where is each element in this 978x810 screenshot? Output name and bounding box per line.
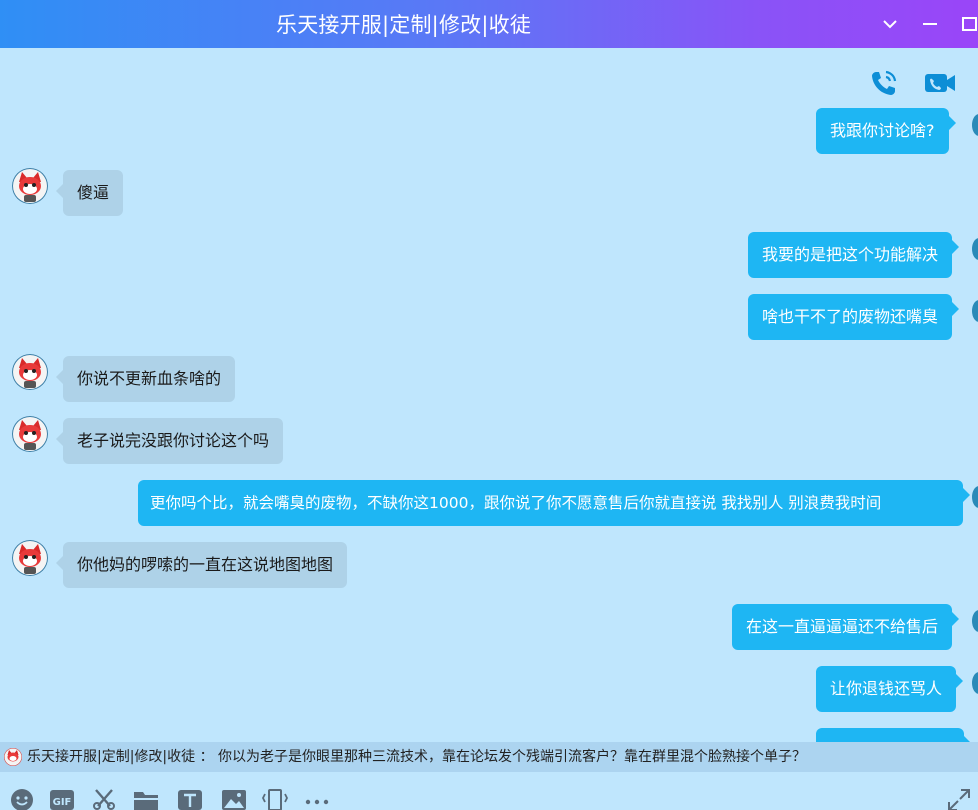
shake-icon[interactable] — [262, 786, 288, 810]
window-title: 乐天接开服|定制|修改|收徒 — [276, 13, 532, 37]
message-text: 老子说完没跟你讨论这个吗 — [77, 431, 270, 450]
image-icon[interactable] — [221, 786, 247, 810]
contact-avatar[interactable] — [12, 540, 48, 576]
message-text: 你他妈的啰嗦的一直在这说地图地图 — [77, 555, 334, 574]
message-text: 我要的是把这个功能解决 — [762, 245, 939, 264]
message-bubble-outgoing[interactable]: 让你退钱还骂人 — [816, 666, 964, 712]
message-bubble-outgoing[interactable]: 更你吗个比，就会嘴臭的废物，不缺你这1000，跟你说了你不愿意售后你就直接说 我… — [138, 480, 970, 526]
emoji-icon[interactable] — [9, 786, 35, 810]
message-bubble-outgoing[interactable]: 我要的是把这个功能解决 — [748, 232, 960, 278]
message-bubble-outgoing[interactable]: 我跟你讨论啥? — [816, 108, 955, 154]
chevron-down-icon[interactable] — [878, 12, 902, 36]
message-text: 让你退钱还骂人 — [830, 679, 943, 698]
message-text: 更你吗个比，就会嘴臭的废物，不缺你这1000，跟你说了你不愿意售后你就直接说 我… — [150, 494, 882, 512]
message-bubble-outgoing[interactable] — [816, 728, 971, 750]
input-toolbar: GIF — [0, 772, 978, 810]
message-bubble-incoming[interactable]: 你他妈的啰嗦的一直在这说地图地图 — [55, 542, 348, 588]
message-text: 你说不更新血条啥的 — [77, 369, 222, 388]
message-bubble-outgoing[interactable]: 在这一直逼逼逼还不给售后 — [732, 604, 960, 650]
video-call-icon[interactable] — [924, 67, 956, 99]
contact-avatar — [4, 748, 22, 766]
status-text: 乐天接开服|定制|修改|收徒 ： 你以为老子是你眼里那种三流技术，靠在论坛发个残… — [27, 749, 807, 765]
message-bubble-incoming[interactable]: 你说不更新血条啥的 — [55, 356, 236, 402]
voice-call-icon[interactable] — [868, 67, 900, 99]
text-icon[interactable] — [177, 786, 203, 810]
minimize-icon[interactable] — [918, 12, 942, 36]
message-text: 啥也干不了的废物还嘴臭 — [762, 307, 939, 326]
maximize-icon[interactable] — [958, 12, 978, 36]
gif-icon[interactable]: GIF — [49, 786, 75, 810]
status-bar[interactable]: 乐天接开服|定制|修改|收徒 ： 你以为老子是你眼里那种三流技术，靠在论坛发个残… — [0, 742, 978, 772]
contact-avatar[interactable] — [12, 168, 48, 204]
contact-avatar[interactable] — [12, 354, 48, 390]
message-text: 在这一直逼逼逼还不给售后 — [746, 617, 939, 636]
message-bubble-incoming[interactable]: 老子说完没跟你讨论这个吗 — [55, 418, 284, 464]
message-bubble-incoming[interactable]: 傻逼 — [55, 170, 124, 216]
scissors-icon[interactable] — [91, 786, 117, 810]
folder-icon[interactable] — [133, 786, 159, 810]
message-bubble-outgoing[interactable]: 啥也干不了的废物还嘴臭 — [748, 294, 960, 340]
contact-avatar[interactable] — [12, 416, 48, 452]
expand-icon[interactable] — [946, 786, 972, 810]
svg-text:GIF: GIF — [53, 797, 72, 808]
message-text: 我跟你讨论啥? — [830, 121, 935, 140]
more-icon[interactable] — [304, 786, 330, 810]
title-bar: 乐天接开服|定制|修改|收徒 — [0, 0, 978, 48]
message-text: 傻逼 — [77, 183, 110, 202]
